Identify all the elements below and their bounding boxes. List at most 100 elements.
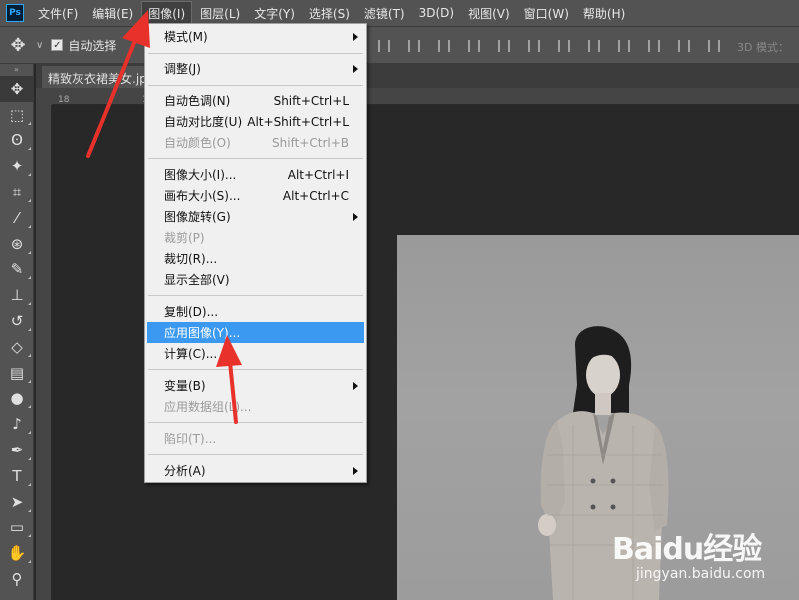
tool-flyout-indicator — [28, 173, 31, 177]
tool-flyout-indicator — [28, 121, 31, 125]
align-distribute-group — [372, 27, 732, 65]
menu-separator — [148, 422, 363, 423]
hand-tool-icon[interactable]: ✋ — [0, 540, 34, 566]
tool-list: ✥ ⬚ ʘ ✦ ⌗ ⁄ ⊛ ✎ ⊥ ↺ ◇ ▤ ● ♪ ✒ T ➤ ▭ ✋ ⚲ — [0, 76, 34, 592]
submenu-arrow-icon — [353, 32, 358, 41]
type-tool-icon[interactable]: T — [0, 463, 34, 489]
history-brush-tool-icon[interactable]: ↺ — [0, 308, 34, 334]
menu-item-adjustments[interactable]: 调整(J) — [147, 58, 364, 79]
tool-flyout-indicator — [28, 456, 31, 460]
distribute-hcenter-icon[interactable] — [672, 36, 696, 56]
distribute-right-icon[interactable] — [702, 36, 726, 56]
tool-flyout-indicator — [28, 431, 31, 435]
gradient-tool-icon[interactable]: ▤ — [0, 360, 34, 386]
align-right-icon[interactable] — [522, 36, 546, 56]
tool-flyout-indicator — [28, 405, 31, 409]
options-bar: ✥ ∨ ✓ 自动选择 3D 模式： — [0, 26, 799, 64]
photoshop-logo-icon: Ps — [6, 4, 24, 22]
menu-separator — [148, 295, 363, 296]
move-tool-preset-icon[interactable]: ✥ — [0, 26, 36, 64]
magic-wand-tool-icon[interactable]: ✦ — [0, 153, 34, 179]
menu-separator — [148, 369, 363, 370]
menu-item-variables[interactable]: 变量(B) — [147, 375, 364, 396]
menu-window[interactable]: 窗口(W) — [518, 2, 575, 25]
tool-flyout-indicator — [28, 147, 31, 151]
menu-type[interactable]: 文字(Y) — [248, 2, 301, 25]
align-top-icon[interactable] — [372, 36, 396, 56]
menu-help[interactable]: 帮助(H) — [577, 2, 631, 25]
eyedropper-tool-icon[interactable]: ⁄ — [0, 205, 34, 231]
pen-tool-icon[interactable]: ✒ — [0, 437, 34, 463]
lasso-tool-icon[interactable]: ʘ — [0, 128, 34, 154]
align-vertical-center-icon[interactable] — [402, 36, 426, 56]
healing-brush-tool-icon[interactable]: ⊛ — [0, 231, 34, 257]
menu-view[interactable]: 视图(V) — [462, 2, 516, 25]
submenu-arrow-icon — [353, 212, 358, 221]
menu-filter[interactable]: 滤镜(T) — [358, 2, 411, 25]
tool-flyout-indicator — [28, 302, 31, 306]
menu-separator — [148, 454, 363, 455]
dodge-tool-icon[interactable]: ♪ — [0, 411, 34, 437]
marquee-tool-icon[interactable]: ⬚ — [0, 102, 34, 128]
submenu-arrow-icon — [353, 381, 358, 390]
align-left-icon[interactable] — [462, 36, 486, 56]
menu-item-mode[interactable]: 模式(M) — [147, 26, 364, 47]
collapse-panel-icon[interactable]: » — [0, 64, 33, 76]
menu-separator — [148, 53, 363, 54]
tool-flyout-indicator — [28, 327, 31, 331]
tool-flyout-indicator — [28, 353, 31, 357]
distribute-center-icon[interactable] — [582, 36, 606, 56]
tool-flyout-indicator — [28, 224, 31, 228]
menu-item-trim[interactable]: 裁切(R)... — [147, 248, 364, 269]
menu-select[interactable]: 选择(S) — [303, 2, 356, 25]
menu-item-apply-data-set: 应用数据组(L)... — [164, 400, 252, 414]
menu-separator — [148, 85, 363, 86]
menu-item-auto-contrast[interactable]: 自动对比度(U) Alt+Shift+Ctrl+L — [147, 111, 364, 132]
menu-item-auto-color: 自动颜色(O) Shift+Ctrl+B — [164, 135, 349, 151]
ruler-tick-label: 18 — [58, 95, 70, 105]
watermark-brand: Baidu经验 — [612, 532, 762, 567]
menu-file[interactable]: 文件(F) — [32, 2, 84, 25]
menu-image[interactable]: 图像(I) — [141, 0, 193, 26]
menu-3d[interactable]: 3D(D) — [413, 3, 460, 23]
tools-panel: » ✥ ⬚ ʘ ✦ ⌗ ⁄ ⊛ ✎ ⊥ ↺ ◇ ▤ ● ♪ ✒ T ➤ ▭ ✋ ⚲ — [0, 64, 34, 600]
image-menu-dropdown: 模式(M) 调整(J) 自动色调(N) Shift+Ctrl+L 自动对比度(U… — [144, 23, 367, 483]
tool-flyout-indicator — [28, 534, 31, 538]
menu-layer[interactable]: 图层(L) — [194, 2, 246, 25]
menu-edit[interactable]: 编辑(E) — [86, 2, 139, 25]
menu-item-duplicate[interactable]: 复制(D)... — [147, 301, 364, 322]
brush-tool-icon[interactable]: ✎ — [0, 257, 34, 283]
distribute-bottom-icon[interactable] — [612, 36, 636, 56]
move-tool-icon[interactable]: ✥ — [0, 76, 34, 102]
menu-item-canvas-size[interactable]: 画布大小(S)... Alt+Ctrl+C — [147, 185, 364, 206]
menu-item-image-size[interactable]: 图像大小(I)... Alt+Ctrl+I — [147, 164, 364, 185]
ruler-origin[interactable] — [36, 88, 52, 105]
auto-select-checkbox[interactable]: ✓ — [51, 39, 64, 51]
crop-tool-icon[interactable]: ⌗ — [0, 179, 34, 205]
tool-flyout-indicator — [28, 276, 31, 280]
menu-item-reveal-all[interactable]: 显示全部(V) — [147, 269, 364, 290]
clone-stamp-tool-icon[interactable]: ⊥ — [0, 282, 34, 308]
menu-separator — [148, 158, 363, 159]
submenu-arrow-icon — [353, 64, 358, 73]
menu-item-calculations[interactable]: 计算(C)... — [147, 343, 364, 364]
path-selection-tool-icon[interactable]: ➤ — [0, 489, 34, 515]
tool-flyout-indicator — [28, 508, 31, 512]
distribute-left-icon[interactable] — [642, 36, 666, 56]
baidu-jingyan-watermark: Baidu经验 jingyan.baidu.com — [612, 520, 799, 600]
menu-item-analysis[interactable]: 分析(A) — [147, 460, 364, 481]
rectangle-tool-icon[interactable]: ▭ — [0, 515, 34, 541]
align-horizontal-center-icon[interactable] — [492, 36, 516, 56]
zoom-tool-icon[interactable]: ⚲ — [0, 566, 34, 592]
menu-item-crop: 裁剪(P) — [164, 231, 205, 245]
menu-item-image-rotation[interactable]: 图像旋转(G) — [147, 206, 364, 227]
blur-tool-icon[interactable]: ● — [0, 386, 34, 412]
chevron-down-icon[interactable]: ∨ — [36, 40, 43, 51]
tool-flyout-indicator — [28, 379, 31, 383]
align-bottom-icon[interactable] — [432, 36, 456, 56]
distribute-top-icon[interactable] — [552, 36, 576, 56]
eraser-tool-icon[interactable]: ◇ — [0, 334, 34, 360]
menu-item-auto-tone[interactable]: 自动色调(N) Shift+Ctrl+L — [147, 90, 364, 111]
menu-item-apply-image[interactable]: 应用图像(Y)... — [147, 322, 364, 343]
ruler-vertical[interactable] — [36, 105, 52, 600]
